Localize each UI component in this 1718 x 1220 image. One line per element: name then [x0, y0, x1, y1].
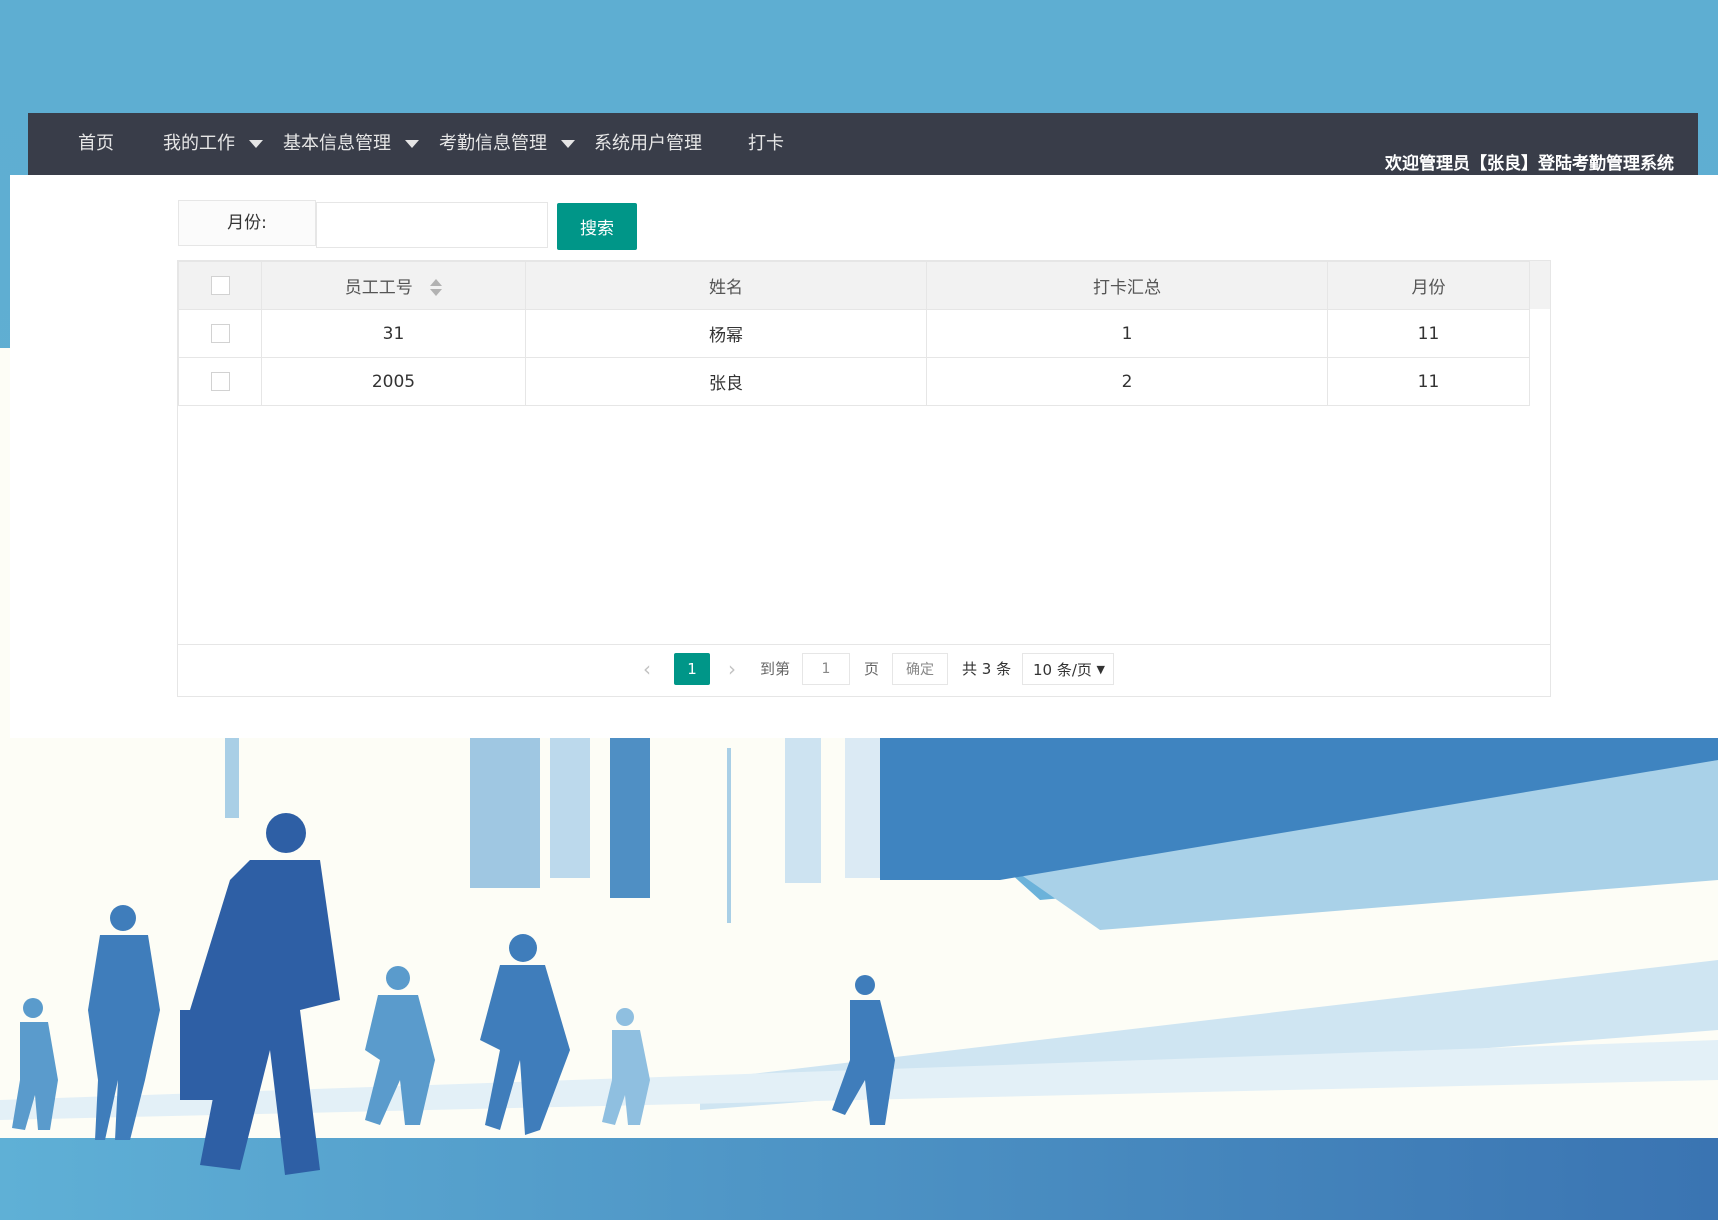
nav-item-system-users[interactable]: 系统用户管理: [594, 113, 702, 175]
nav-item-home-label: 首页: [78, 133, 114, 154]
nav-item-basic-info-label: 基本信息管理: [283, 133, 391, 154]
nav-item-attendance-info[interactable]: 考勤信息管理: [439, 113, 575, 175]
pagination: ‹ 1 › 到第 页 确定 共 3 条 10 条/页 ▼: [178, 644, 1550, 696]
nav-item-clock-in-label: 打卡: [748, 133, 784, 154]
search-button[interactable]: 搜索: [557, 203, 637, 250]
nav-item-basic-info[interactable]: 基本信息管理: [283, 113, 419, 175]
row-checkbox[interactable]: [210, 324, 230, 343]
top-nav-bar: 首页 我的工作 基本信息管理 考勤信息管理 系统用户管理 打卡 欢迎管理员【张良…: [28, 113, 1698, 175]
welcome-message: 欢迎管理员【张良】登陆考勤管理系统: [1385, 154, 1674, 174]
prev-page-icon[interactable]: ‹: [643, 653, 651, 685]
cell-clock-in-total: 2: [926, 357, 1328, 406]
goto-confirm-button[interactable]: 确定: [892, 653, 948, 685]
row-select-cell: [178, 309, 262, 358]
nav-item-clock-in[interactable]: 打卡: [748, 113, 784, 175]
cell-clock-in-total: 1: [926, 309, 1328, 358]
nav-item-my-work-label: 我的工作: [163, 133, 235, 154]
row-select-cell: [178, 357, 262, 406]
cell-month: 11: [1327, 309, 1530, 358]
caret-down-icon: ▼: [1096, 663, 1105, 676]
table-row: 2005 张良 2 11: [178, 357, 1530, 406]
cell-name: 杨幂: [525, 309, 927, 358]
header-clock-in-total: 打卡汇总: [926, 261, 1328, 310]
month-filter-label: 月份:: [178, 200, 316, 246]
chevron-down-icon: [404, 140, 419, 148]
cell-employee-id: 31: [261, 309, 526, 358]
cell-employee-id: 2005: [261, 357, 526, 406]
page-unit-label: 页: [864, 660, 880, 678]
nav-item-attendance-info-label: 考勤信息管理: [439, 133, 547, 154]
chevron-down-icon: [248, 140, 263, 148]
table-header-scroll-gutter: [1528, 261, 1550, 309]
cell-month: 11: [1327, 357, 1530, 406]
table-header-row: 员工工号 姓名 打卡汇总 月份: [178, 261, 1530, 310]
goto-page-input[interactable]: [802, 653, 850, 685]
header-month: 月份: [1327, 261, 1530, 310]
month-search-input[interactable]: [316, 202, 548, 248]
nav-item-home[interactable]: 首页: [78, 113, 114, 175]
header-employee-id-label: 员工工号: [344, 278, 413, 298]
total-count: 共 3 条: [962, 660, 1012, 678]
select-all-cell: [178, 261, 262, 310]
attendance-grid: 员工工号 姓名 打卡汇总 月份 31 杨幂 1 11 2005 张良 2 11: [178, 261, 1530, 406]
header-employee-id[interactable]: 员工工号: [261, 261, 526, 310]
nav-item-my-work[interactable]: 我的工作: [163, 113, 263, 175]
sort-icon[interactable]: [430, 279, 443, 297]
page-button-current[interactable]: 1: [674, 653, 710, 685]
cell-name: 张良: [525, 357, 927, 406]
goto-label: 到第: [760, 660, 791, 678]
header-name: 姓名: [525, 261, 927, 310]
page-size-select[interactable]: 10 条/页 ▼: [1022, 653, 1114, 685]
row-checkbox[interactable]: [210, 372, 230, 391]
next-page-icon[interactable]: ›: [728, 653, 736, 685]
attendance-table: 员工工号 姓名 打卡汇总 月份 31 杨幂 1 11 2005 张良 2 11 …: [177, 260, 1551, 697]
table-row: 31 杨幂 1 11: [178, 309, 1530, 358]
main-panel: 月份: 搜索 员工工号 姓名 打卡汇总 月份 31 杨幂 1 11 2005 张…: [10, 175, 1718, 738]
page-size-value: 10 条/页: [1033, 661, 1092, 679]
chevron-down-icon: [560, 140, 575, 148]
nav-item-system-users-label: 系统用户管理: [594, 133, 702, 154]
select-all-checkbox[interactable]: [210, 276, 230, 295]
